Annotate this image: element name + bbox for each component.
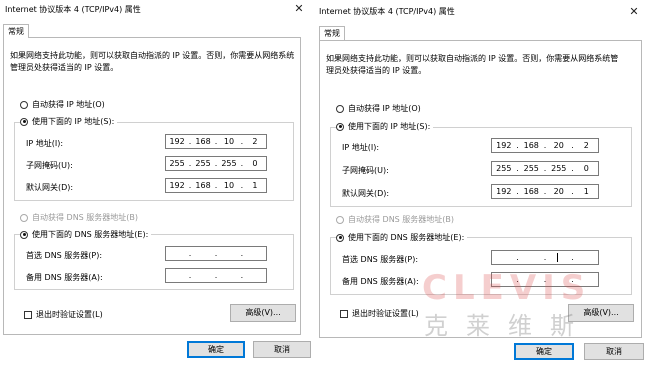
general-panel: 如果网络支持此功能，则可以获取自动指派的 IP 设置。否则，你需要从网络系统管理… <box>319 40 642 338</box>
ip-octet: 10 <box>223 137 235 146</box>
preferred-dns-field[interactable]: . . . <box>491 250 599 265</box>
advanced-button[interactable]: 高级(V)... <box>568 304 634 322</box>
alternate-dns-label: 备用 DNS 服务器(A): <box>26 273 103 282</box>
preferred-dns-label: 首选 DNS 服务器(P): <box>26 251 103 260</box>
radio-off-icon <box>20 100 28 109</box>
cancel-button[interactable]: 取消 <box>253 341 311 358</box>
radio-off-icon <box>336 215 344 224</box>
alternate-dns-field[interactable]: . . . <box>165 268 267 283</box>
manual-dns-label: 使用下面的 DNS 服务器地址(E): <box>348 233 465 242</box>
tab-general[interactable]: 常规 <box>319 26 345 40</box>
default-gateway-label: 默认网关(D): <box>26 183 74 192</box>
preferred-dns-field[interactable]: . . . <box>165 246 267 261</box>
advanced-button[interactable]: 高级(V)... <box>230 304 296 322</box>
ip-octet: 2 <box>252 137 258 146</box>
manual-ip-label: 使用下面的 IP 地址(S): <box>32 117 115 126</box>
auto-dns-radio[interactable]: 自动获得 DNS 服务器地址(B) <box>20 212 138 223</box>
alternate-dns-field[interactable]: . . . <box>491 272 599 287</box>
auto-ip-radio[interactable]: 自动获得 IP 地址(O) <box>20 99 105 110</box>
dialog-title: Internet 协议版本 4 (TCP/IPv4) 属性 <box>319 7 455 16</box>
subnet-octet: 255 <box>221 159 237 168</box>
gateway-octet: 1 <box>252 181 258 190</box>
radio-off-icon <box>20 213 28 222</box>
checkbox-icon <box>24 310 32 319</box>
ip-octet: 192 <box>169 137 185 146</box>
title-bar[interactable]: Internet 协议版本 4 (TCP/IPv4) 属性 ✕ <box>314 0 652 18</box>
subnet-octet: 255 <box>169 159 185 168</box>
ip-address-label: IP 地址(I): <box>26 139 64 148</box>
default-gateway-field[interactable]: 192. 168. 20. 1 <box>491 184 599 199</box>
subnet-mask-label: 子网掩码(U): <box>26 161 73 170</box>
ok-button[interactable]: 确定 <box>514 343 574 360</box>
validate-settings-label: 退出时验证设置(L) <box>36 310 103 319</box>
validate-settings-checkbox[interactable]: 退出时验证设置(L) <box>24 309 103 320</box>
subnet-octet: 255 <box>496 164 512 173</box>
ip-octet: 168 <box>195 137 211 146</box>
radio-on-icon <box>336 233 344 242</box>
ip-octet: 192 <box>496 141 512 150</box>
title-bar[interactable]: Internet 协议版本 4 (TCP/IPv4) 属性 ✕ <box>0 0 312 18</box>
validate-settings-label: 退出时验证设置(L) <box>352 309 419 318</box>
manual-ip-radio[interactable]: 使用下面的 IP 地址(S): <box>20 116 118 127</box>
subnet-mask-label: 子网掩码(U): <box>342 166 389 175</box>
preferred-dns-label: 首选 DNS 服务器(P): <box>342 255 419 264</box>
description-text: 如果网络支持此功能，则可以获取自动指派的 IP 设置。否则，你需要从网络系统管理… <box>10 51 295 72</box>
auto-ip-radio[interactable]: 自动获得 IP 地址(O) <box>336 103 421 114</box>
ip-octet: 2 <box>583 141 589 150</box>
ok-button[interactable]: 确定 <box>187 341 245 358</box>
gateway-octet: 168 <box>523 187 539 196</box>
auto-dns-label: 自动获得 DNS 服务器地址(B) <box>32 213 139 222</box>
gateway-octet: 20 <box>553 187 564 196</box>
subnet-mask-field[interactable]: 255. 255. 255. 0 <box>491 161 599 176</box>
validate-settings-checkbox[interactable]: 退出时验证设置(L) <box>340 308 419 319</box>
ip-address-field[interactable]: 192. 168. 20. 2 <box>491 138 599 153</box>
radio-on-icon <box>20 117 28 126</box>
radio-on-icon <box>20 230 28 239</box>
ip-address-label: IP 地址(I): <box>342 143 380 152</box>
manual-dns-radio[interactable]: 使用下面的 DNS 服务器地址(E): <box>20 229 152 240</box>
gateway-octet: 192 <box>169 181 185 190</box>
gateway-octet: 10 <box>223 181 235 190</box>
subnet-octet: 0 <box>583 164 589 173</box>
manual-ip-radio[interactable]: 使用下面的 IP 地址(S): <box>336 121 434 132</box>
manual-dns-radio[interactable]: 使用下面的 DNS 服务器地址(E): <box>336 232 468 243</box>
ip-octet: 20 <box>553 141 564 150</box>
tcpip-properties-dialog-right: Internet 协议版本 4 (TCP/IPv4) 属性 ✕ 常规 如果网络支… <box>314 0 652 366</box>
subnet-octet: 0 <box>252 159 258 168</box>
auto-ip-label: 自动获得 IP 地址(O) <box>348 104 421 113</box>
gateway-octet: 192 <box>496 187 512 196</box>
auto-dns-radio[interactable]: 自动获得 DNS 服务器地址(B) <box>336 214 454 225</box>
close-icon[interactable]: ✕ <box>625 4 643 20</box>
tab-general[interactable]: 常规 <box>3 24 29 38</box>
close-icon[interactable]: ✕ <box>290 1 308 17</box>
auto-dns-label: 自动获得 DNS 服务器地址(B) <box>348 215 455 224</box>
ip-address-field[interactable]: 192. 168. 10. 2 <box>165 134 267 149</box>
gateway-octet: 1 <box>583 187 589 196</box>
dialog-title: Internet 协议版本 4 (TCP/IPv4) 属性 <box>5 5 141 14</box>
cancel-button[interactable]: 取消 <box>584 343 644 360</box>
subnet-octet: 255 <box>195 159 211 168</box>
default-gateway-label: 默认网关(D): <box>342 189 390 198</box>
text-cursor <box>557 253 558 262</box>
manual-dns-label: 使用下面的 DNS 服务器地址(E): <box>32 230 149 239</box>
manual-ip-label: 使用下面的 IP 地址(S): <box>348 122 431 131</box>
general-panel: 如果网络支持此功能，则可以获取自动指派的 IP 设置。否则，你需要从网络系统管理… <box>3 37 301 335</box>
subnet-octet: 255 <box>551 164 567 173</box>
gateway-octet: 168 <box>195 181 211 190</box>
default-gateway-field[interactable]: 192. 168. 10. 1 <box>165 178 267 193</box>
auto-ip-label: 自动获得 IP 地址(O) <box>32 100 105 109</box>
ip-octet: 168 <box>523 141 539 150</box>
tcpip-properties-dialog-left: Internet 协议版本 4 (TCP/IPv4) 属性 ✕ 常规 如果网络支… <box>0 0 312 366</box>
alternate-dns-label: 备用 DNS 服务器(A): <box>342 277 419 286</box>
radio-off-icon <box>336 104 344 113</box>
checkbox-icon <box>340 309 348 318</box>
description-text: 如果网络支持此功能，则可以获取自动指派的 IP 设置。否则，你需要从网络系统管理… <box>326 54 619 75</box>
radio-on-icon <box>336 122 344 131</box>
subnet-mask-field[interactable]: 255. 255. 255. 0 <box>165 156 267 171</box>
subnet-octet: 255 <box>523 164 539 173</box>
